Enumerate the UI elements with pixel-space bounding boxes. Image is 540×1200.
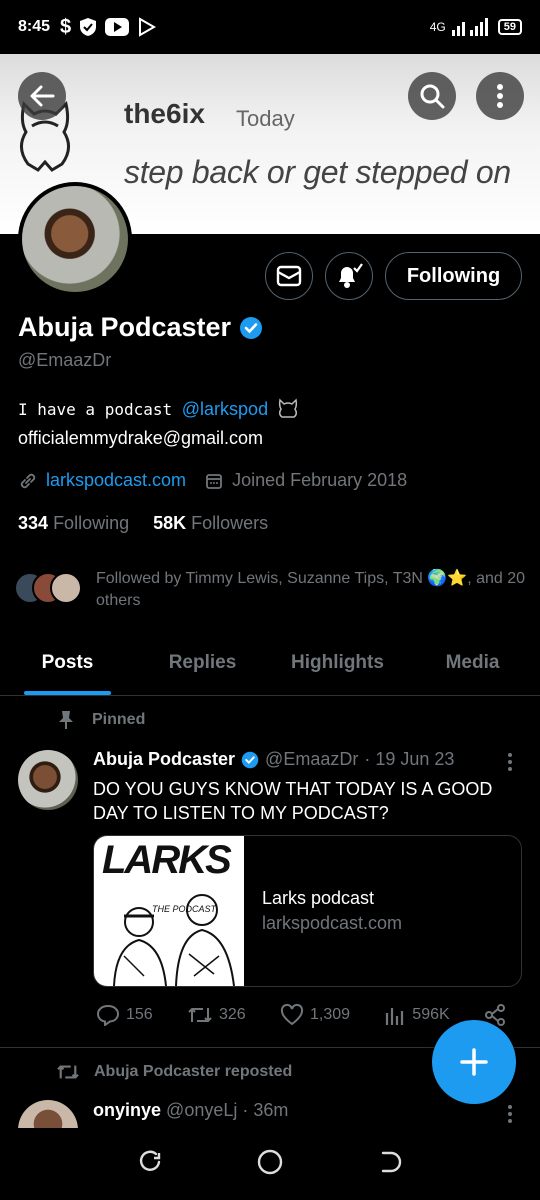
pinned-label-row: Pinned [58,710,145,730]
like-count: 1,309 [309,1006,351,1023]
repost-button[interactable]: 326 [187,1004,246,1026]
post-author-handle: @EmaazDr [265,749,359,769]
status-bar: 8:45 $ 4G 59 [0,0,540,54]
pinned-label: Pinned [92,711,146,728]
home-circle-icon [257,1149,283,1174]
search-icon [420,84,445,109]
post-header: Abuja Podcaster @EmaazDr · 19 Jun 23 [93,749,454,770]
repost-indicator: Abuja Podcaster reposted [56,1062,292,1082]
youtube-icon [105,18,130,36]
profile-stats: 334 Following 58K Followers [18,513,268,534]
pin-icon [59,711,73,729]
following-button[interactable]: Following [385,252,522,300]
link-card[interactable]: LARKS THE PODCAST Larks podcast larkspod… [93,835,522,987]
post-header: onyinye @onyeLj · 36m [93,1100,288,1121]
followers-count-link[interactable]: 58K Followers [153,513,268,534]
banner-slogan: step back or get stepped on [124,154,511,190]
message-button[interactable] [265,252,313,300]
reply-button[interactable]: 156 [96,1004,153,1026]
bio-text: I have a podcast [18,400,182,419]
back-nav-icon [382,1151,402,1172]
home-button[interactable] [256,1148,284,1181]
views-chart-icon [386,1008,404,1025]
network-type: 4G [429,20,446,34]
more-options-button[interactable] [476,72,524,120]
following-count-link[interactable]: 334 Following [18,513,129,534]
post-more-button[interactable] [500,752,520,777]
post-text: DO YOU GUYS KNOW THAT TODAY IS A GOOD DA… [93,779,493,823]
repost-icon [188,1008,212,1022]
post-author-avatar[interactable] [18,750,78,810]
heart-icon [280,1004,304,1026]
followed-by-avatars [14,568,86,608]
compose-post-button[interactable] [432,1020,516,1104]
search-button[interactable] [408,72,456,120]
tab-highlights[interactable]: Highlights [270,640,405,695]
system-nav-bar [0,1128,540,1200]
repost-icon [57,1065,79,1079]
views-button[interactable]: 596K [384,1004,450,1026]
post-time: · 36m [242,1100,289,1120]
reply-icon [96,1004,120,1026]
back-button[interactable] [18,72,66,120]
battery-icon: 59 [497,19,522,35]
repost-label[interactable]: Abuja Podcaster reposted [94,1063,292,1081]
post-author-name[interactable]: Abuja Podcaster [93,749,235,770]
owl-emoji-icon [279,398,298,418]
podcast-hosts-illustration [113,894,235,986]
post-more-button[interactable] [500,1104,520,1129]
link-icon [20,473,36,488]
profile-meta: larkspodcast.com Joined February 2018 [18,470,407,491]
more-vertical-icon [508,1105,512,1123]
reply-count: 156 [126,1006,153,1023]
profile-handle: @EmaazDr [18,350,112,370]
followed-by-text: Followed by Timmy Lewis, Suzanne Tips, T… [96,570,526,609]
profile-avatar[interactable] [18,182,132,296]
bio-mention-link[interactable]: @larkspod [182,399,268,419]
website-link[interactable]: larkspodcast.com [46,470,186,491]
banner-date: Today [236,106,295,131]
profile-name-row: Abuja Podcaster [18,312,263,343]
more-vertical-icon [508,753,512,771]
notifications-button[interactable] [325,252,373,300]
shield-icon [80,18,97,36]
profile-bio: I have a podcast @larkspod [18,398,299,420]
card-image: LARKS THE PODCAST [94,836,244,986]
post-author-name[interactable]: onyinye [93,1100,161,1120]
cash-app-icon: $ [60,15,72,38]
calendar-icon [206,473,222,489]
profile-tabs: Posts Replies Highlights Media [0,640,540,696]
banner-title: the6ix [124,98,205,129]
tab-replies[interactable]: Replies [135,640,270,695]
envelope-icon [276,265,302,287]
plus-icon [460,1048,488,1076]
recent-apps-button[interactable] [137,1149,163,1180]
tab-posts[interactable]: Posts [0,640,135,695]
card-url: larkspodcast.com [262,913,403,933]
arrow-left-icon [30,85,55,107]
post-date: · 19 Jun 23 [364,749,455,769]
back-nav-button[interactable] [377,1149,403,1180]
joined-date: Joined February 2018 [232,470,408,490]
verified-badge-icon [241,751,259,768]
like-button[interactable]: 1,309 [280,1004,350,1026]
profile-email: officialemmydrake@gmail.com [18,428,264,448]
signal-icon [451,18,488,36]
post-author-handle: @onyeLj [166,1100,238,1120]
verified-badge-icon [240,316,263,339]
play-store-icon [139,17,157,37]
card-title: Larks podcast [262,888,375,908]
bell-check-icon [339,263,363,288]
status-time: 8:45 [18,18,51,35]
repost-count: 326 [218,1006,246,1023]
recent-apps-icon [139,1150,160,1171]
more-vertical-icon [497,84,503,108]
tab-media[interactable]: Media [405,640,540,695]
followed-by[interactable]: Followed by Timmy Lewis, Suzanne Tips, T… [14,568,526,612]
post-actions: 156 326 1,309 596K [96,1004,506,1026]
profile-name: Abuja Podcaster [18,312,232,342]
views-count: 596K [412,1006,450,1023]
